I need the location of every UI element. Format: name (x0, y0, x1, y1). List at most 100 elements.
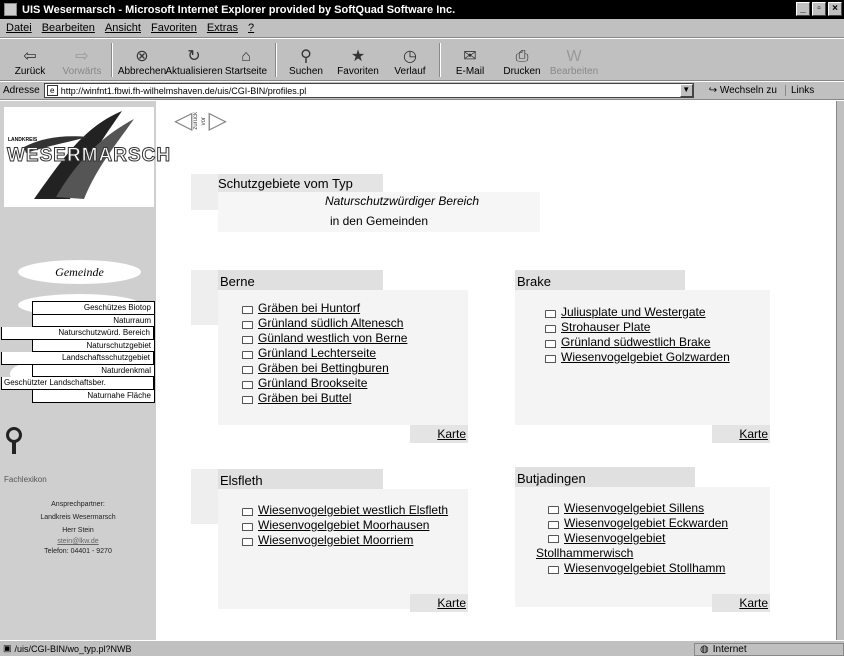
contact-phone: Telefon: 04401 - 9270 (44, 548, 112, 555)
karte-link[interactable]: Karte (410, 594, 468, 612)
toolbar-label: Drucken (503, 66, 541, 77)
area-link[interactable]: Wiesenvogelgebiet Sillens (564, 501, 704, 516)
globe-icon: ◍ (700, 644, 709, 655)
page-icon: e (46, 85, 58, 96)
area-link[interactable]: Gräben bei Huntorf (258, 301, 360, 316)
folder-icon (242, 335, 253, 344)
folder-icon (242, 305, 253, 314)
toolbar-label: Bearbeiten (549, 66, 599, 77)
back-arrow-icon[interactable]: ◁ (174, 109, 192, 133)
folder-icon (548, 565, 559, 574)
toolbar-refresh-button[interactable]: ↻ Aktualisieren (165, 40, 222, 80)
folder-icon (548, 505, 559, 514)
area-link[interactable]: Grünland südlich Altenesch (258, 316, 403, 331)
area-link[interactable]: Wiesenvogelgebiet Stollhamm (564, 561, 725, 576)
type-item[interactable]: Naturraum (33, 315, 154, 327)
list-item: Wiesenvogelgebiet Moorhausen (242, 518, 448, 533)
area-link[interactable]: Günland westlich von Berne (258, 331, 407, 346)
toolbar-label: Zurück (14, 66, 46, 77)
toolbar-history-button[interactable]: ◷ Verlauf (384, 40, 436, 80)
menu-bearbeiten[interactable]: Bearbeiten (42, 22, 95, 34)
forward-arrow-icon[interactable]: ▷ (208, 109, 226, 133)
page-content: LANDKREIS WESERMARSCH Gemeinde Geschütze… (0, 101, 836, 640)
toolbar-label: Suchen (289, 66, 323, 77)
area-link[interactable]: Wiesenvogelgebiet Moorhausen (258, 518, 429, 533)
toolbar-back-arrow-button[interactable]: ⇦ Zurück (4, 40, 56, 80)
type-item[interactable]: Geschützter Landschaftsber. (1, 377, 154, 390)
close-button[interactable]: × (828, 2, 842, 16)
area-link[interactable]: Wiesenvogelgebiet Golzwarden (561, 350, 730, 365)
gemeinde-button[interactable]: Gemeinde (18, 260, 141, 284)
links-button[interactable]: Links (784, 85, 814, 96)
toolbar-home-button[interactable]: ⌂ Startseite (220, 40, 272, 80)
address-input[interactable]: e http://winfnt1.fbwi.fh-wilhelmshaven.d… (43, 83, 694, 98)
go-button[interactable]: ↪ Wechseln zu (709, 85, 777, 96)
menu-extras[interactable]: Extras (207, 22, 238, 34)
nav-arrows: ◁ zurück vor ▷ (174, 109, 227, 133)
area-link[interactable]: Wiesenvogelgebiet Eckwarden (564, 516, 728, 531)
area-link[interactable]: Grünland Brookseite (258, 376, 367, 391)
logo-small-text: LANDKREIS (8, 137, 38, 143)
status-bar: ▣ /uis/CGI-BIN/wo_typ.pl?NWB ◍ Internet (0, 640, 844, 656)
area-link[interactable]: Grünland Lechterseite (258, 346, 376, 361)
minimize-button[interactable]: _ (796, 2, 810, 16)
type-item[interactable]: Naturschutzgebiet (33, 340, 154, 352)
contact-email[interactable]: stein@lkw.de (0, 537, 156, 547)
list-item: Strohauser Plate (545, 320, 730, 335)
type-item[interactable]: Naturdenkmal (33, 365, 154, 377)
karte-link[interactable]: Karte (410, 425, 468, 443)
type-item[interactable]: Geschützes Biotop (33, 302, 154, 315)
area-link[interactable]: Gräben bei Bettingburen (258, 361, 389, 376)
toolbar-edit-button[interactable]: W Bearbeiten (548, 40, 600, 80)
area-link[interactable]: Gräben bei Buttel (258, 391, 351, 406)
magnifier-icon[interactable] (6, 427, 22, 443)
ie-logo-icon (4, 3, 17, 16)
gemeinde-item-list: Wiesenvogelgebiet Sillens Wiesenvogelgebi… (536, 501, 768, 576)
karte-link[interactable]: Karte (712, 594, 770, 612)
list-item: Grünland südwestlich Brake (545, 335, 730, 350)
address-bar: Adresse e http://winfnt1.fbwi.fh-wilhelm… (0, 82, 844, 100)
menu-favoriten[interactable]: Favoriten (151, 22, 197, 34)
vertical-scrollbar[interactable] (836, 101, 844, 640)
menu-help[interactable]: ? (248, 22, 254, 34)
contact-block: Ansprechpartner: Landkreis Wesermarsch H… (0, 498, 156, 557)
window-controls: _ ▫ × (796, 2, 842, 16)
toolbar-label: Favoriten (337, 66, 379, 77)
area-link[interactable]: Strohauser Plate (561, 320, 650, 335)
forward-arrow-icon: ⇨ (75, 48, 89, 65)
toolbar-favorites-button[interactable]: ★ Favoriten (332, 40, 384, 80)
karte-link[interactable]: Karte (712, 425, 770, 443)
maximize-button[interactable]: ▫ (812, 2, 826, 16)
type-item[interactable]: Landschaftsschutzgebiet (1, 352, 154, 365)
toolbar-stop-button[interactable]: ⊗ Abbrechen (116, 40, 168, 80)
menu-ansicht[interactable]: Ansicht (105, 22, 141, 34)
area-link[interactable]: Juliusplate und Westergate (561, 305, 706, 320)
security-zone: ◍ Internet (694, 643, 844, 656)
folder-icon (242, 522, 253, 531)
gemeinde-item-list: Gräben bei Huntorf Grünland südlich Alten… (242, 301, 407, 406)
header-box: Naturschutzwürdiger Bereich in den Gemei… (218, 192, 540, 232)
type-item[interactable]: Naturnahe Fläche (33, 390, 154, 403)
folder-icon (545, 339, 556, 348)
area-link[interactable]: Grünland südwestlich Brake (561, 335, 710, 350)
toolbar-print-button[interactable]: ⎙ Drucken (496, 40, 548, 80)
toolbar-separator (439, 43, 441, 77)
fachlexikon-link[interactable]: Fachlexikon (4, 475, 47, 484)
type-menu: Geschützes Biotop Naturraum Naturschutzw… (1, 301, 155, 403)
toolbar-mail-button[interactable]: ✉ E-Mail (444, 40, 496, 80)
logo[interactable]: LANDKREIS WESERMARSCH (4, 107, 171, 207)
folder-icon (548, 535, 559, 543)
list-item: Gräben bei Buttel (242, 391, 407, 406)
magnifier-handle (12, 442, 16, 454)
header-suffix: in den Gemeinden (329, 214, 429, 228)
list-item: Wiesenvogelgebiet Sillens (548, 501, 768, 516)
area-link[interactable]: Wiesenvogelgebiet Moorriem (258, 533, 413, 548)
toolbar-search-button[interactable]: ⚲ Suchen (280, 40, 332, 80)
stop-icon: ⊗ (135, 48, 149, 65)
address-dropdown-button[interactable]: ▼ (679, 84, 693, 97)
type-item[interactable]: Naturschutzwürd. Bereich (1, 327, 154, 340)
toolbar-forward-arrow-button[interactable]: ⇨ Vorwärts (56, 40, 108, 80)
menu-datei[interactable]: Datei (6, 22, 32, 34)
area-link[interactable]: Wiesenvogelgebiet westlich Elsfleth (258, 503, 448, 518)
edit-icon: W (566, 48, 582, 65)
